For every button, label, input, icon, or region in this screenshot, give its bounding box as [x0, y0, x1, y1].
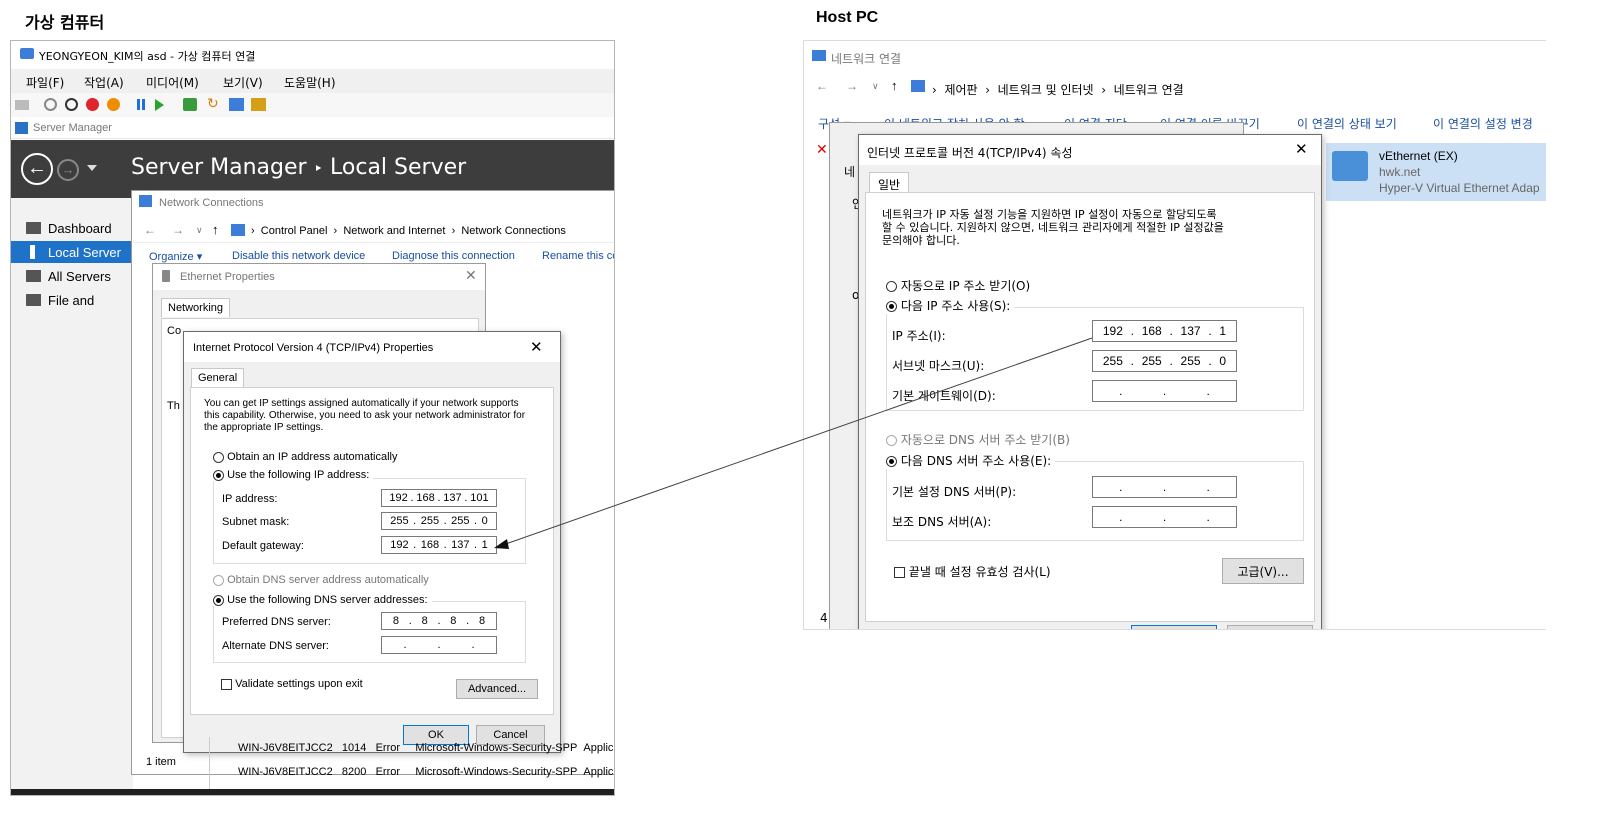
ip-mapping-arrow [494, 337, 1093, 549]
arrow-line [499, 337, 1093, 547]
arrow-head [494, 539, 509, 549]
